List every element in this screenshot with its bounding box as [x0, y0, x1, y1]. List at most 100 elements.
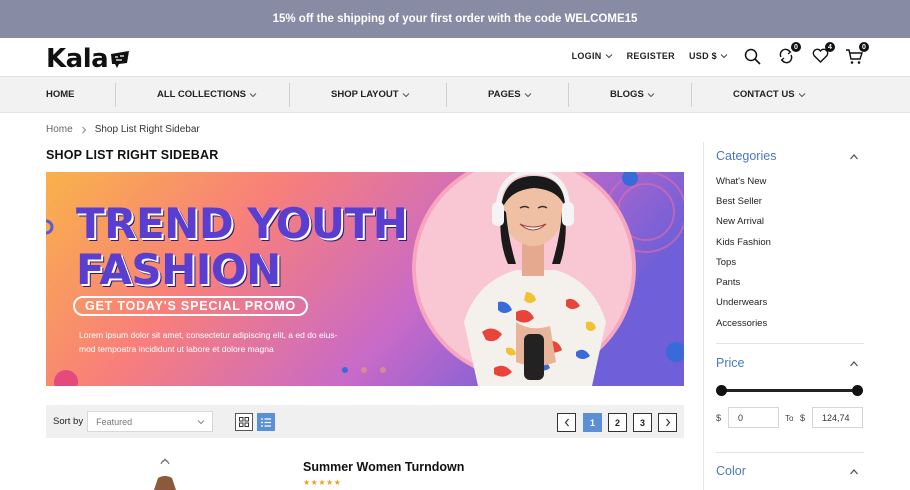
nav-label: SHOP LAYOUT — [331, 89, 399, 100]
price-min-input[interactable]: 0 — [728, 407, 779, 428]
price-currency-symbol: $ — [800, 413, 806, 423]
category-link[interactable]: Kids Fashion — [716, 237, 771, 248]
nav-item-shop-layout[interactable]: SHOP LAYOUT — [331, 77, 410, 112]
breadcrumb: Home Shop List Right Sidebar — [46, 124, 200, 135]
categories-heading[interactable]: Categories — [716, 149, 776, 163]
chevron-right-icon — [665, 418, 670, 427]
nav-item-all-collections[interactable]: ALL COLLECTIONS — [157, 77, 257, 112]
page-2-button[interactable]: 2 — [608, 413, 627, 432]
list-icon — [261, 417, 271, 427]
sidebar-separator — [716, 343, 864, 344]
banner-body-line-2: mod tempoatra incididunt ut labore et do… — [79, 344, 274, 354]
compare-count-badge: 0 — [791, 42, 801, 52]
breadcrumb-home-link[interactable]: Home — [46, 124, 73, 135]
page-3-button[interactable]: 3 — [633, 413, 652, 432]
nav-item-contact-us[interactable]: CONTACT US — [733, 77, 806, 112]
search-button[interactable] — [742, 46, 762, 66]
chevron-down-icon — [605, 54, 612, 59]
banner-headline-line-1: TREND YOUTH — [76, 199, 408, 248]
price-heading[interactable]: Price — [716, 356, 744, 370]
price-slider-min-handle[interactable] — [716, 385, 727, 396]
login-label: LOGIN — [571, 51, 602, 61]
chevron-down-icon — [249, 92, 257, 97]
banner-headline-line-2: FASHION — [76, 245, 281, 294]
product-rating-stars: ★★★★★ — [303, 478, 342, 487]
color-heading[interactable]: Color — [716, 464, 746, 478]
chevron-up-icon[interactable] — [849, 467, 859, 477]
product-thumbnail[interactable] — [150, 458, 180, 490]
nav-divider — [691, 83, 692, 107]
page-1-button[interactable]: 1 — [583, 413, 602, 432]
sidebar-divider — [703, 142, 704, 490]
wishlist-count-badge: 4 — [825, 42, 835, 52]
logo[interactable]: Kala — [46, 44, 131, 74]
currency-label: USD $ — [688, 51, 717, 61]
sort-selected-value: Featured — [96, 416, 133, 427]
wishlist-button[interactable]: 4 — [810, 42, 835, 66]
nav-item-home[interactable]: HOME — [46, 77, 75, 112]
category-link[interactable]: Best Seller — [716, 196, 762, 207]
price-currency-symbol: $ — [716, 413, 722, 423]
search-icon — [744, 48, 761, 65]
nav-divider — [289, 83, 290, 107]
promo-text: 15% off the shipping of your first order… — [272, 13, 638, 25]
chevron-down-icon — [197, 419, 205, 424]
cart-button[interactable]: 0 — [844, 42, 869, 66]
nav-label: ALL COLLECTIONS — [157, 89, 247, 100]
logo-mark-icon — [111, 51, 130, 68]
chevron-down-icon — [798, 92, 805, 97]
chevron-down-icon — [402, 92, 409, 97]
category-link[interactable]: New Arrival — [716, 216, 764, 227]
nav-divider — [115, 83, 116, 107]
price-slider-track — [721, 389, 858, 392]
product-title[interactable]: Summer Women Turndown — [303, 460, 464, 474]
login-link[interactable]: LOGIN — [572, 51, 613, 61]
header-actions: LOGIN REGISTER USD $ 0 4 0 — [572, 42, 869, 66]
chevron-up-icon[interactable] — [849, 152, 859, 162]
chevron-left-icon — [564, 418, 569, 427]
nav-item-blogs[interactable]: BLOGS — [610, 77, 655, 112]
grid-view-button[interactable] — [235, 413, 253, 431]
sort-select[interactable]: Featured — [87, 411, 214, 432]
chevron-down-icon — [647, 92, 655, 97]
banner-promo-pill: GET TODAY'S SPECIAL PROMO — [73, 296, 308, 316]
nav-label: CONTACT US — [733, 89, 795, 100]
chevron-up-icon[interactable] — [849, 359, 859, 369]
cart-count-badge: 0 — [859, 42, 869, 52]
category-link[interactable]: Pants — [716, 277, 740, 288]
chevron-down-icon — [720, 54, 728, 59]
nav-label: BLOGS — [610, 89, 644, 100]
breadcrumb-current: Shop List Right Sidebar — [94, 124, 200, 135]
price-to-label: To — [785, 414, 794, 423]
promo-bar: 15% off the shipping of your first order… — [0, 0, 910, 38]
register-link[interactable]: REGISTER — [627, 51, 675, 61]
site-header: Kala LOGIN REGISTER USD $ 0 4 0 — [0, 38, 910, 76]
main-nav: HOME ALL COLLECTIONS SHOP LAYOUT PAGES B… — [0, 76, 910, 113]
banner-body-line-1: Lorem ipsum dolor sit amet, consectetur … — [79, 330, 338, 340]
sort-label: Sort by — [53, 416, 84, 427]
category-link[interactable]: Underwears — [716, 297, 767, 308]
prev-page-button[interactable] — [557, 413, 576, 432]
register-label: REGISTER — [626, 51, 675, 61]
next-page-button[interactable] — [658, 413, 677, 432]
currency-selector[interactable]: USD $ — [689, 51, 728, 61]
nav-label: PAGES — [488, 89, 521, 100]
category-link[interactable]: What's New — [716, 176, 766, 187]
logo-text: Kala — [46, 44, 109, 74]
chevron-right-icon — [81, 126, 86, 133]
nav-label: HOME — [46, 89, 75, 100]
price-max-input[interactable]: 124,74 — [812, 407, 863, 428]
grid-icon — [239, 417, 249, 427]
chevron-down-icon — [524, 92, 531, 97]
category-link[interactable]: Accessories — [716, 318, 767, 329]
nav-divider — [446, 83, 447, 107]
nav-divider — [568, 83, 569, 107]
sidebar-separator — [716, 452, 864, 453]
price-slider-max-handle[interactable] — [852, 385, 863, 396]
nav-item-pages[interactable]: PAGES — [488, 77, 532, 112]
listing-toolbar: Sort by Featured 1 2 3 — [46, 405, 684, 438]
category-link[interactable]: Tops — [716, 257, 736, 268]
compare-button[interactable]: 0 — [776, 42, 801, 66]
promo-banner[interactable]: TREND YOUTH FASHION GET TODAY'S SPECIAL … — [46, 172, 684, 386]
list-view-button[interactable] — [257, 413, 275, 431]
